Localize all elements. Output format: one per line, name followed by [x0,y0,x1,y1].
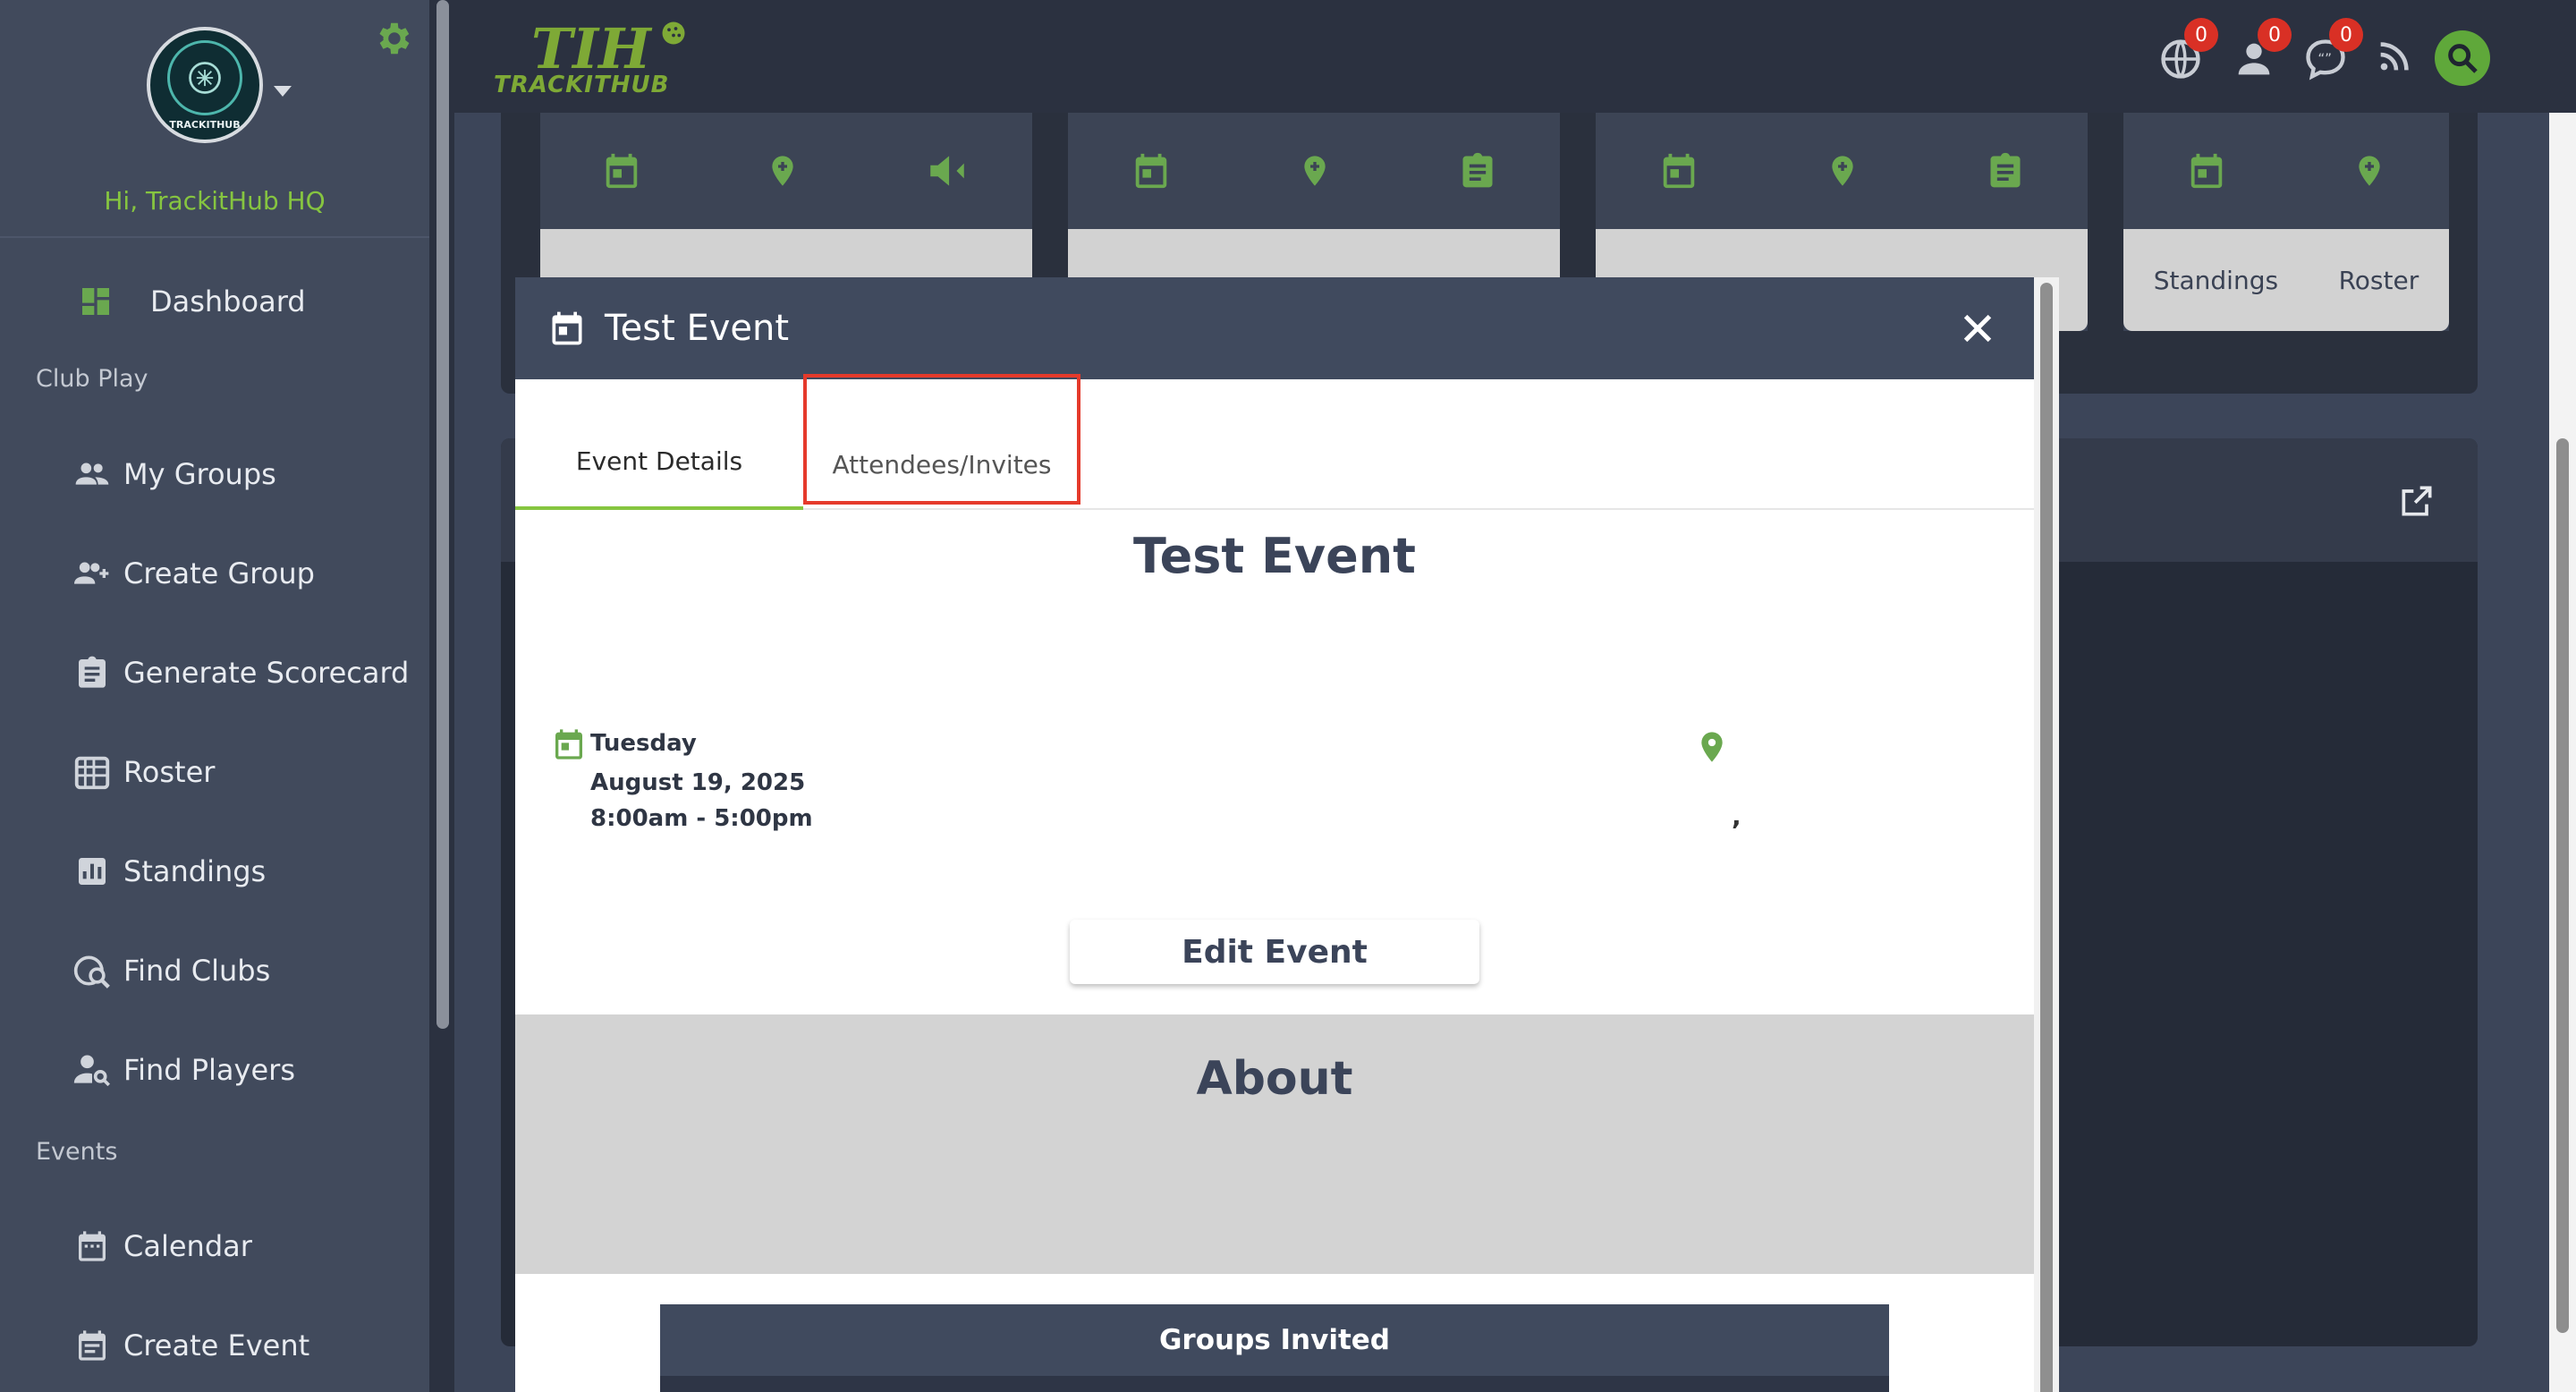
svg-text:“”: “” [2318,50,2332,66]
calendar-icon [606,153,638,189]
ball-icon [662,21,685,45]
location-pin-icon [1701,732,1723,762]
rss-icon [2380,42,2409,71]
top-header: TIH TRACKITHUB 0 0 “” 0 [454,0,2576,113]
location-add-icon [2358,156,2380,186]
gear-icon[interactable] [372,18,413,59]
section-events: Events [36,1138,118,1166]
globe-notifications-button[interactable]: 0 [2157,18,2218,82]
location-add-icon [772,156,793,186]
sidebar-item-label: Roster [123,755,216,789]
chat-notifications-button[interactable]: “” 0 [2302,18,2363,82]
modal-tabs: Event Details Attendees/Invites [515,379,2034,510]
tab-event-details[interactable]: Event Details [515,379,803,510]
calendar-icon [552,311,582,345]
about-section: About [515,1014,2034,1274]
avatar[interactable]: TRACKITHUB [147,27,263,143]
about-title: About [1196,1052,1353,1106]
event-day: Tuesday [590,730,697,757]
event-title: Test Event [1132,528,1416,584]
groups-icon [75,463,109,485]
chevron-down-icon[interactable] [274,86,292,97]
location-add-icon [1832,156,1853,186]
sidebar-item-create-group[interactable]: Create Group [0,542,429,605]
sidebar-item-label: Dashboard [150,284,306,318]
megaphone-icon [929,156,964,186]
dashboard-icon [82,288,109,315]
sidebar-item-my-groups[interactable]: My Groups [0,443,429,505]
app-root: Standings Roster TIH TRACKITHUB 0 0 “” 0 [0,0,2576,1392]
open-external-icon[interactable] [2397,481,2436,521]
user-greeting: Hi, TrackitHub HQ [104,186,326,216]
sidebar-item-label: Find Players [123,1053,295,1087]
close-icon[interactable] [1957,308,1998,349]
edit-event-button[interactable]: Edit Event [1070,920,1479,984]
event-location: , [1732,802,1741,831]
find-clubs-icon [73,955,110,989]
attendees-tab-highlight [803,374,1080,505]
modal-title: Test Event [605,308,790,349]
create-event-icon [79,1330,106,1361]
sidebar-item-label: Create Event [123,1328,310,1362]
standings-icon [79,858,106,885]
add-group-icon [74,562,109,584]
modal-header: Test Event [515,277,2034,379]
clipboard-icon [1462,152,1493,188]
sidebar-item-generate-scorecard[interactable]: Generate Scorecard [0,641,429,704]
background-card-4: Standings Roster [2123,113,2449,331]
sidebar-item-label: Find Clubs [123,954,271,988]
find-players-icon [73,1055,110,1087]
sidebar-item-find-players[interactable]: Find Players [0,1039,429,1101]
sidebar-item-dashboard[interactable]: Dashboard [0,270,429,333]
location-add-icon [1304,156,1326,186]
sidebar-item-find-clubs[interactable]: Find Clubs [0,939,429,1002]
sidebar-item-standings[interactable]: Standings [0,840,429,903]
sidebar-item-calendar[interactable]: Calendar [0,1215,429,1277]
sidebar: TRACKITHUB Hi, TrackitHub HQ Dashboard C… [0,0,429,1392]
scorecard-icon [79,656,106,688]
clipboard-icon [1990,152,2021,188]
sidebar-item-create-event[interactable]: Create Event [0,1314,429,1377]
sidebar-divider [0,236,429,238]
card-roster-link[interactable]: Roster [2339,266,2419,295]
groups-invited-table-header [660,1376,1889,1392]
user-badge: 0 [2258,18,2292,52]
sidebar-item-label: Generate Scorecard [123,656,410,690]
calendar-icon [1135,153,1167,189]
groups-invited-header: Groups Invited [660,1304,1889,1376]
card-standings-link[interactable]: Standings [2154,266,2278,295]
chat-badge: 0 [2329,18,2363,52]
page-scrollbar[interactable] [2549,0,2576,1392]
sidebar-item-label: My Groups [123,457,276,491]
rss-button[interactable] [2374,36,2420,82]
modal-scrollbar[interactable] [2034,277,2059,1392]
brain-circuit-icon [189,61,221,94]
event-date: August 19, 2025 [590,769,806,796]
roster-icon [74,756,110,790]
event-time: 8:00am - 5:00pm [590,805,813,832]
calendar-icon [2190,153,2222,189]
search-button[interactable] [2435,30,2490,86]
sidebar-item-label: Create Group [123,556,315,590]
search-icon [2448,44,2478,73]
globe-badge: 0 [2184,18,2218,52]
calendar-icon [1663,153,1695,189]
calendar-icon [555,729,582,760]
trackithub-logo[interactable]: TIH TRACKITHUB [494,9,708,107]
user-notifications-button[interactable]: 0 [2231,18,2292,82]
sidebar-item-label: Calendar [123,1229,252,1263]
sidebar-item-roster[interactable]: Roster [0,741,429,803]
sidebar-item-label: Standings [123,854,267,888]
calendar-icon [79,1231,106,1261]
sidebar-scrollbar[interactable] [429,0,454,1392]
section-club-play: Club Play [36,365,148,393]
